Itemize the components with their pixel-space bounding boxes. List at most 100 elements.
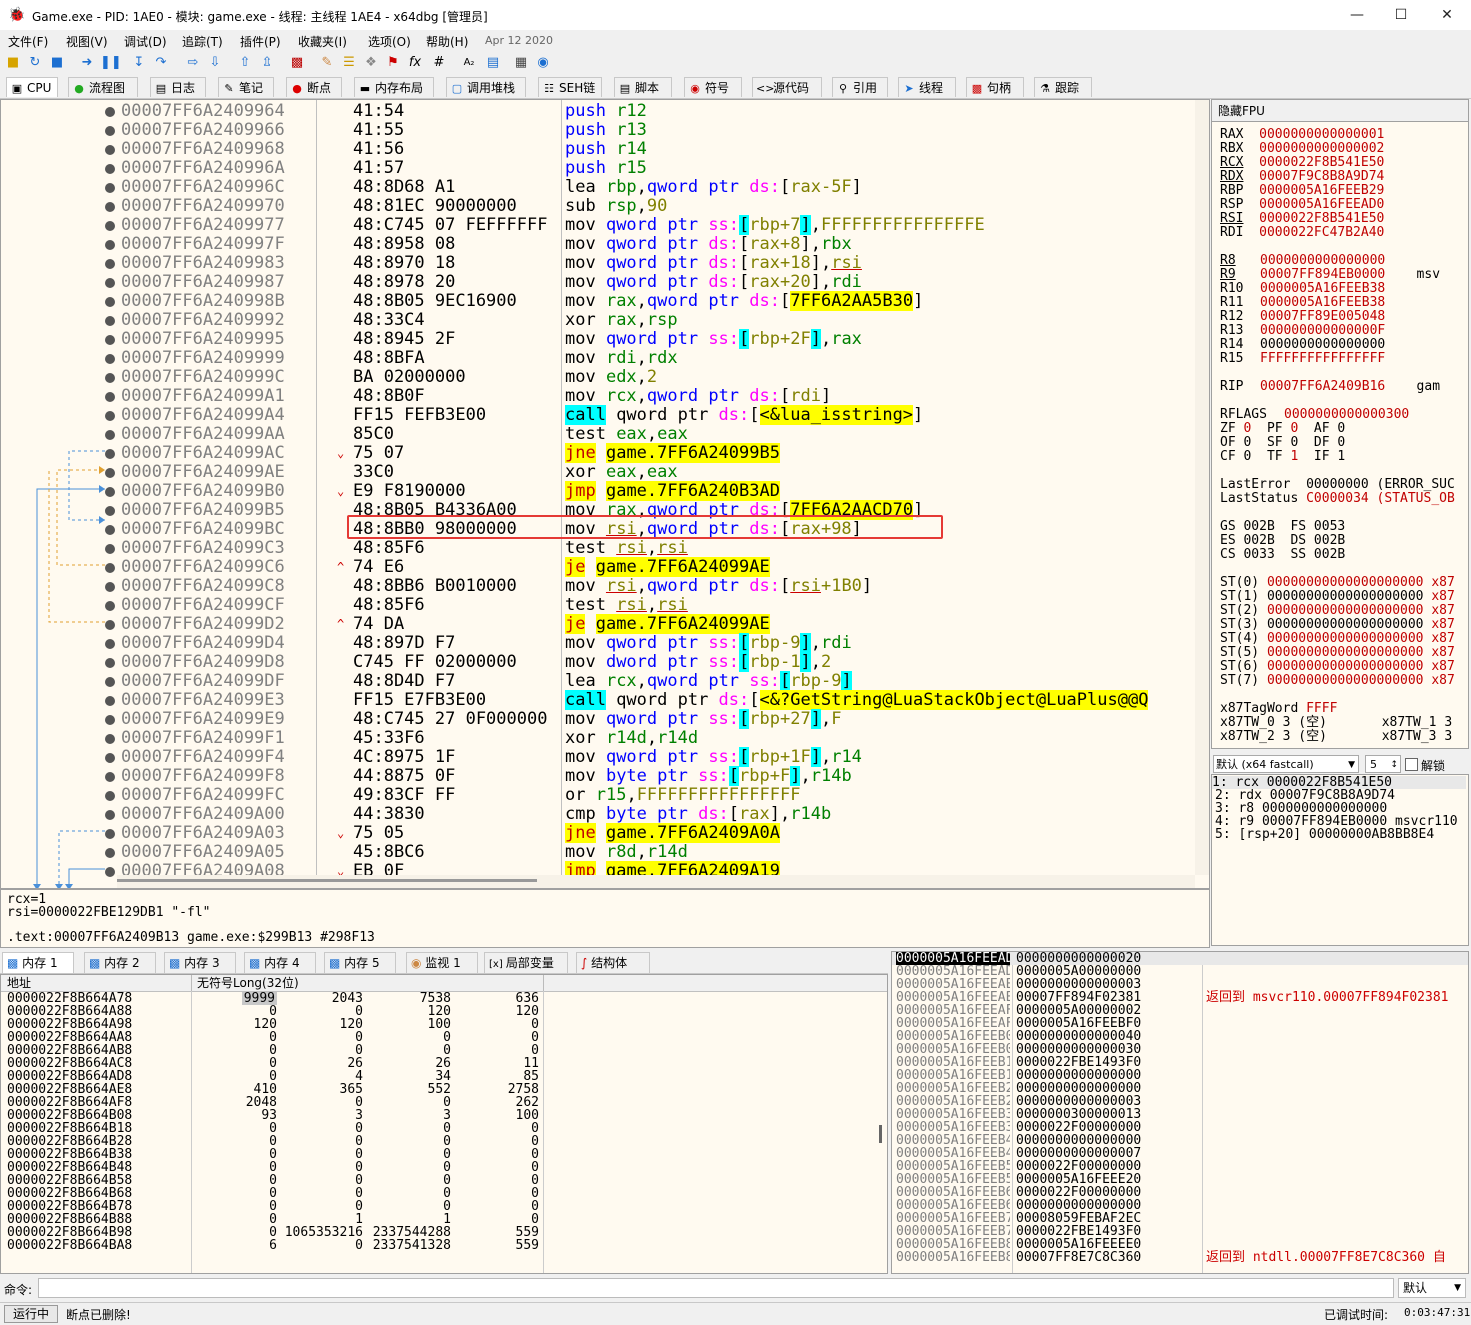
disasm-row[interactable]: 00007FF6A240996A 41:57 push r15: [117, 159, 1195, 178]
fpu-row[interactable]: ST(1) 00000000000000000000 x87: [1220, 590, 1455, 604]
breakpoint-dot[interactable]: [105, 734, 115, 744]
disasm-row[interactable]: 00007FF6A2409966 41:55 push r13: [117, 121, 1195, 140]
register-row[interactable]: RSP 0000005A16FEEAD0: [1220, 198, 1384, 212]
breakpoint-dot[interactable]: [105, 582, 115, 592]
tab-breakpoints[interactable]: ● 断点: [286, 77, 342, 97]
register-row[interactable]: RSI 0000022F8B541E50: [1220, 212, 1384, 226]
tab-memory-map[interactable]: ▬ 内存布局: [354, 77, 434, 97]
breakpoint-dot[interactable]: [105, 715, 115, 725]
stack-row[interactable]: 0000005A16FEEB50 0000022F00000000: [892, 1160, 1468, 1173]
register-value[interactable]: 0000022F8B541E50: [1259, 155, 1384, 170]
breakpoint-dot[interactable]: [105, 183, 115, 193]
column-header-type[interactable]: 无符号Long(32位): [197, 975, 299, 991]
dump-row[interactable]: 0000022F8B664AA8 0 0 0 0: [1, 1031, 881, 1044]
disasm-row[interactable]: 00007FF6A2409977 48:C745 07 FEFFFFFF mov q…: [117, 215, 1195, 235]
dump-row[interactable]: 0000022F8B664AE8 410 365 552 2758: [1, 1083, 881, 1096]
register-row[interactable]: R14 0000000000000000: [1220, 338, 1417, 352]
disassembly-view[interactable]: 00007FF6A2409964 41:54 push r12 00007FF6A24…: [0, 99, 1210, 889]
command-mode-select[interactable]: 默认 ▼: [1398, 1278, 1466, 1298]
disasm-row[interactable]: 00007FF6A24099D8 C745 FF 02000000 mov dwor…: [117, 652, 1195, 672]
stack-row[interactable]: 0000005A16FEEB68 0000000000000000: [892, 1199, 1468, 1212]
disasm-row[interactable]: 00007FF6A2409968 41:56 push r14: [117, 140, 1195, 159]
scylla-icon[interactable]: ▩: [288, 54, 306, 72]
tab-dump-5[interactable]: ▩ 内存 5: [324, 952, 396, 973]
register-row[interactable]: R11 0000005A16FEEB38: [1220, 296, 1417, 310]
disasm-row[interactable]: 00007FF6A24099C6 ^ 74 E6 je game.7FF6A24099…: [117, 557, 1195, 577]
stack-row[interactable]: 0000005A16FEEB30 0000000300000013: [892, 1108, 1468, 1121]
stack-row[interactable]: 0000005A16FEEB20 0000000000000000: [892, 1082, 1468, 1095]
command-input[interactable]: [38, 1278, 1394, 1298]
stack-row[interactable]: 0000005A16FEEB70 00008059FEBAF2EC: [892, 1212, 1468, 1225]
segment-row[interactable]: ES 002B DS 002B: [1220, 534, 1345, 548]
disasm-row[interactable]: 00007FF6A24099F4 4C:8975 1F mov qword ptr …: [117, 747, 1195, 767]
breakpoint-dot[interactable]: [105, 696, 115, 706]
patch-icon[interactable]: ✎: [318, 54, 336, 72]
arg-count-spinner[interactable]: 5 ↕: [1365, 755, 1401, 773]
disasm-row[interactable]: 00007FF6A24099DF 48:8D4D F7 lea rcx,qword …: [117, 671, 1195, 691]
tab-locals[interactable]: [x] 局部变量: [484, 952, 568, 973]
dump-row[interactable]: 0000022F8B664B58 0 0 0 0: [1, 1174, 881, 1187]
step-into-icon[interactable]: ↧: [130, 54, 148, 72]
scroll-thumb[interactable]: [117, 879, 537, 882]
breakpoint-dot[interactable]: [105, 164, 115, 174]
disasm-row[interactable]: 00007FF6A24099D4 48:897D F7 mov qword ptr …: [117, 633, 1195, 653]
register-value[interactable]: 0000000000000300: [1284, 407, 1409, 422]
scroll-thumb[interactable]: [879, 1125, 882, 1143]
menu-plugins[interactable]: 插件(P): [240, 33, 281, 50]
functions-icon[interactable]: fx: [406, 54, 424, 72]
fpu-register-value[interactable]: 00000000000000000000: [1267, 589, 1424, 604]
register-row-rip[interactable]: RIP 00007FF6A2409B16 gam: [1220, 380, 1440, 394]
disasm-row[interactable]: 00007FF6A24099E9 48:C745 27 0F000000 mov q…: [117, 709, 1195, 729]
register-value[interactable]: 0000000000000000: [1260, 337, 1385, 352]
disasm-row[interactable]: 00007FF6A2409964 41:54 push r12: [117, 102, 1195, 121]
menu-help[interactable]: 帮助(H): [426, 33, 468, 50]
pause-icon[interactable]: ❚❚: [100, 54, 122, 72]
close-button[interactable]: ✕: [1424, 0, 1470, 30]
vertical-scrollbar[interactable]: [1195, 100, 1209, 875]
segment-row[interactable]: GS 002B FS 0053: [1220, 520, 1345, 534]
register-row[interactable]: RCX 0000022F8B541E50: [1220, 156, 1384, 170]
run-to-user-code-icon[interactable]: ⇫: [258, 54, 276, 72]
breakpoint-dot[interactable]: [105, 278, 115, 288]
disasm-row[interactable]: 00007FF6A2409970 48:81EC 90000000 sub rsp,…: [117, 197, 1195, 216]
stack-row[interactable]: 0000005A16FEEB60 0000022F00000000: [892, 1186, 1468, 1199]
breakpoint-dot[interactable]: [105, 259, 115, 269]
fpu-register-value[interactable]: 00000000000000000000: [1267, 603, 1424, 618]
fpu-register-value[interactable]: 00000000000000000000: [1267, 673, 1424, 688]
flags-row[interactable]: OF 0 SF 0 DF 0: [1220, 436, 1345, 450]
register-row-rflags[interactable]: RFLAGS 0000000000000300: [1220, 408, 1409, 422]
breakpoint-dot[interactable]: [105, 848, 115, 858]
horizontal-scrollbar[interactable]: [117, 875, 1195, 888]
stack-row[interactable]: 0000005A16FEEB58 0000005A16FEEE20: [892, 1173, 1468, 1186]
tab-cpu[interactable]: ▣ CPU: [6, 77, 58, 97]
breakpoint-dot[interactable]: [105, 316, 115, 326]
breakpoint-dot[interactable]: [105, 544, 115, 554]
register-row[interactable]: R12 00007FF89E005048: [1220, 310, 1417, 324]
disasm-row[interactable]: 00007FF6A240996C 48:8D68 A1 lea rbp,qword …: [117, 178, 1195, 197]
globe-icon[interactable]: ◉: [534, 54, 552, 72]
register-value[interactable]: 0000000000000002: [1259, 141, 1384, 156]
dump-row[interactable]: 0000022F8B664B68 0 0 0 0: [1, 1187, 881, 1200]
disasm-row[interactable]: 00007FF6A24099FC 49:83CF FF or r15,FFFFFFF…: [117, 786, 1195, 805]
run-icon[interactable]: ➜: [78, 54, 96, 72]
stack-row[interactable]: 0000005A16FEEB18 0000000000000000: [892, 1069, 1468, 1082]
register-value[interactable]: 00007FF894EB0000: [1260, 267, 1385, 282]
segment-row[interactable]: CS 0033 SS 002B: [1220, 548, 1345, 562]
register-value[interactable]: 000000000000000F: [1260, 323, 1385, 338]
breakpoint-dot[interactable]: [105, 620, 115, 630]
stack-row[interactable]: 0000005A16FEEB40 0000000000000000: [892, 1134, 1468, 1147]
disasm-row[interactable]: 00007FF6A2409992 48:33C4 xor rax,rsp: [117, 311, 1195, 330]
dump-row[interactable]: 0000022F8B664B38 0 0 0 0: [1, 1148, 881, 1161]
stack-row[interactable]: 0000005A16FEEB28 0000000000000003: [892, 1095, 1468, 1108]
dump-row[interactable]: 0000022F8B664AF8 2048 0 0 262: [1, 1096, 881, 1109]
register-row[interactable]: RDX 00007F9C8B8A9D74: [1220, 170, 1384, 184]
tab-threads[interactable]: ➤ 线程: [898, 77, 956, 97]
minimize-button[interactable]: —: [1334, 0, 1380, 30]
disasm-row[interactable]: 00007FF6A24099D2 ^ 74 DA je game.7FF6A24099…: [117, 614, 1195, 634]
register-value[interactable]: 0000005A16FEEAD0: [1259, 197, 1384, 212]
breakpoint-dot[interactable]: [105, 354, 115, 364]
stack-row[interactable]: 0000005A16FEEAF8 0000005A16FEEBF0: [892, 1017, 1468, 1030]
hide-fpu-button[interactable]: 隐藏FPU: [1212, 100, 1468, 122]
fpu-register-value[interactable]: 00000000000000000000: [1267, 659, 1424, 674]
flags-row[interactable]: CF 0 TF 1 IF 1: [1220, 450, 1345, 464]
